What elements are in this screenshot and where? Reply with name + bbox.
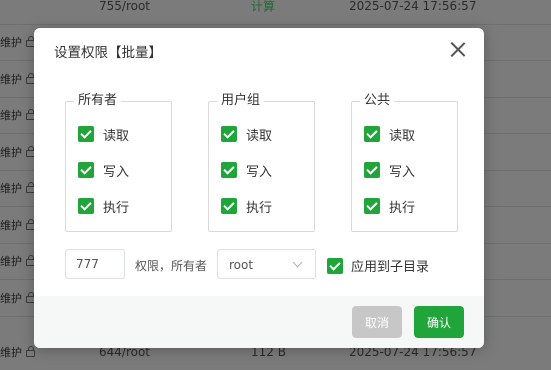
size-cell: 计算 xyxy=(251,0,276,14)
table-row: 755/root 计算 2025-07-24 17:56:57 xyxy=(0,0,551,25)
row-action-label: 维护 xyxy=(0,291,22,305)
group-legend: 公共 xyxy=(360,93,395,109)
checkbox-checked-icon[interactable] xyxy=(78,198,94,214)
checkbox-checked-icon[interactable] xyxy=(78,162,94,178)
permission-label: 读取 xyxy=(389,128,416,144)
permission-label: 读取 xyxy=(103,128,130,144)
permission-dialog: 设置权限【批量】 所有者 读取 写入 执行 用户组 读取 写入 执行 公共 读取… xyxy=(34,28,484,348)
row-action-label: 维护 xyxy=(0,145,22,159)
owner-permission-group: 所有者 读取 写入 执行 xyxy=(65,93,172,232)
owner-execute-checkbox[interactable]: 执行 xyxy=(78,197,130,216)
checkbox-checked-icon[interactable] xyxy=(364,198,380,214)
checkbox-checked-icon[interactable] xyxy=(364,162,380,178)
group-write-checkbox[interactable]: 写入 xyxy=(221,161,273,180)
permission-label: 读取 xyxy=(246,128,273,144)
permission-label: 执行 xyxy=(246,200,273,216)
row-action-label: 维护 xyxy=(0,218,22,232)
row-action-label: 维护 xyxy=(0,72,22,86)
permission-label: 执行 xyxy=(103,200,130,216)
apply-to-subdirs-label: 应用到子目录 xyxy=(351,260,430,275)
checkbox-checked-icon[interactable] xyxy=(78,126,94,142)
usergroup-permission-group: 用户组 读取 写入 执行 xyxy=(208,93,315,232)
chevron-down-icon xyxy=(292,257,303,268)
owner-select-value: root xyxy=(229,258,254,272)
permission-label: 写入 xyxy=(246,164,273,180)
public-permission-group: 公共 读取 写入 执行 xyxy=(351,93,458,232)
dialog-footer: 取消 确认 xyxy=(34,296,484,348)
row-action-label: 维护 xyxy=(0,254,22,268)
group-legend: 所有者 xyxy=(74,93,122,109)
permission-label: 写入 xyxy=(103,164,130,180)
group-read-checkbox[interactable]: 读取 xyxy=(221,125,273,144)
dialog-title: 设置权限【批量】 xyxy=(54,45,162,61)
lock-icon xyxy=(26,345,35,357)
checkbox-checked-icon[interactable] xyxy=(221,126,237,142)
cancel-button[interactable]: 取消 xyxy=(352,306,402,338)
row-action-label: 维护 xyxy=(0,345,22,359)
dialog-header: 设置权限【批量】 xyxy=(34,28,484,72)
public-write-checkbox[interactable]: 写入 xyxy=(364,161,416,180)
group-execute-checkbox[interactable]: 执行 xyxy=(221,197,273,216)
permission-cell: 755/root xyxy=(99,0,151,13)
checkbox-checked-icon[interactable] xyxy=(221,198,237,214)
checkbox-checked-icon[interactable] xyxy=(364,126,380,142)
owner-write-checkbox[interactable]: 写入 xyxy=(78,161,130,180)
apply-to-subdirs-checkbox[interactable]: 应用到子目录 xyxy=(327,256,429,275)
row-action-label: 维护 xyxy=(0,181,22,195)
close-icon[interactable] xyxy=(450,41,466,57)
public-read-checkbox[interactable]: 读取 xyxy=(364,125,416,144)
date-cell: 2025-07-24 17:56:57 xyxy=(349,0,477,13)
checkbox-checked-icon[interactable] xyxy=(327,257,343,274)
owner-field-label: 权限，所有者 xyxy=(135,259,208,273)
group-legend: 用户组 xyxy=(217,93,265,109)
confirm-button[interactable]: 确认 xyxy=(414,306,464,338)
permission-label: 写入 xyxy=(389,164,416,180)
checkbox-checked-icon[interactable] xyxy=(221,162,237,178)
row-action-label: 维护 xyxy=(0,35,22,49)
permission-label: 执行 xyxy=(389,200,416,216)
owner-read-checkbox[interactable]: 读取 xyxy=(78,125,130,144)
permission-value-input[interactable] xyxy=(65,249,125,279)
owner-select[interactable]: root xyxy=(217,249,316,279)
row-action-label: 维护 xyxy=(0,108,22,122)
public-execute-checkbox[interactable]: 执行 xyxy=(364,197,416,216)
